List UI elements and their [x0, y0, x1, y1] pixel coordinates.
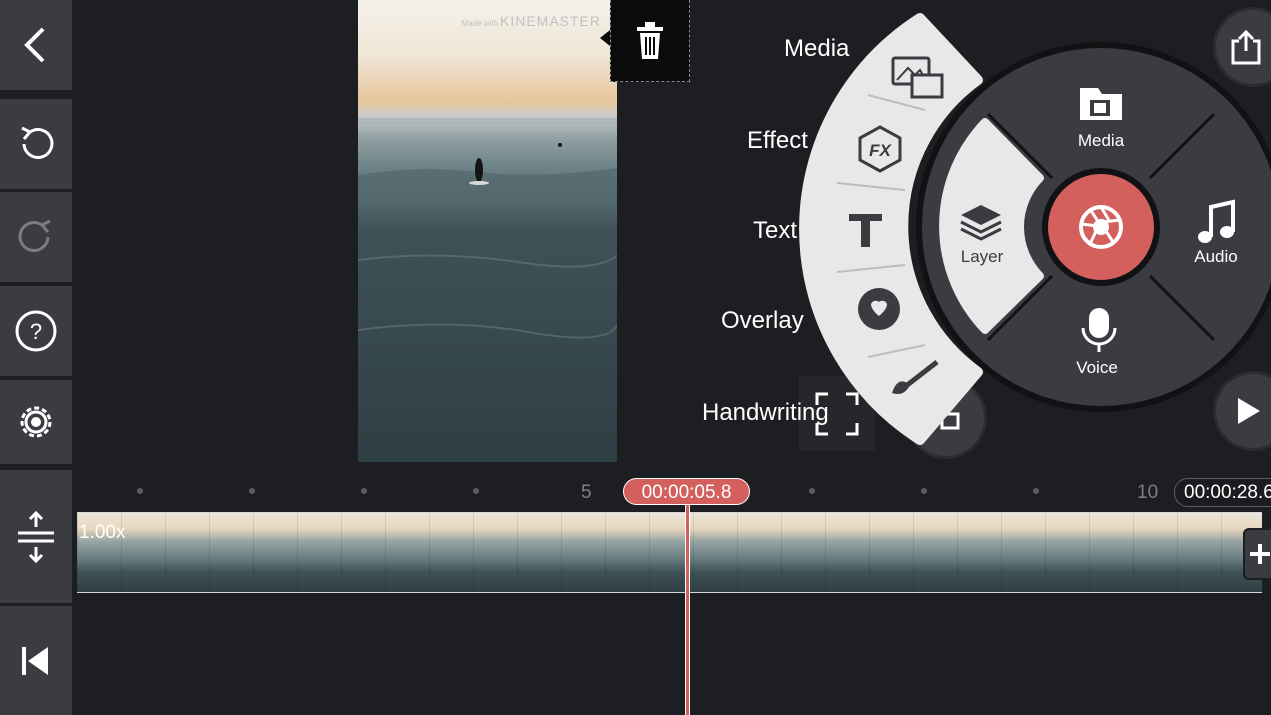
- ruler-dot: [361, 488, 367, 494]
- ruler-dot: [809, 488, 815, 494]
- ruler-dot: [249, 488, 255, 494]
- add-clip-button[interactable]: [1243, 528, 1271, 580]
- ruler-dot: [137, 488, 143, 494]
- timeline-expand-button[interactable]: [0, 470, 72, 603]
- media-wheel: FX: [799, 13, 1271, 445]
- video-clip-track[interactable]: [77, 512, 1262, 593]
- ruler-label-10: 10: [1137, 482, 1159, 503]
- export-share-icon: [1231, 29, 1261, 65]
- wheel-label-audio[interactable]: Audio: [1181, 247, 1251, 267]
- ruler-dot: [921, 488, 927, 494]
- overlay-sticker-icon: [858, 288, 900, 330]
- ruler-label-5: 5: [581, 482, 592, 503]
- skip-to-start-icon: [22, 646, 48, 675]
- total-duration: 00:00:28.6: [1174, 478, 1271, 507]
- plus-icon: [1250, 544, 1270, 564]
- playhead-time: 00:00:05.8: [623, 478, 750, 505]
- timeline-expand-icon: [18, 510, 54, 563]
- ruler-dot: [1033, 488, 1039, 494]
- ruler-dot: [473, 488, 479, 494]
- skip-to-start-button[interactable]: [0, 606, 72, 715]
- clip-speed-label: 1.00x: [79, 522, 126, 543]
- svg-text:FX: FX: [869, 141, 892, 160]
- wheel-label-media[interactable]: Media: [1066, 131, 1136, 151]
- wheel-label-layer[interactable]: Layer: [947, 247, 1017, 267]
- play-icon: [1238, 398, 1260, 424]
- wheel-label-voice[interactable]: Voice: [1062, 358, 1132, 378]
- playhead[interactable]: [685, 505, 690, 715]
